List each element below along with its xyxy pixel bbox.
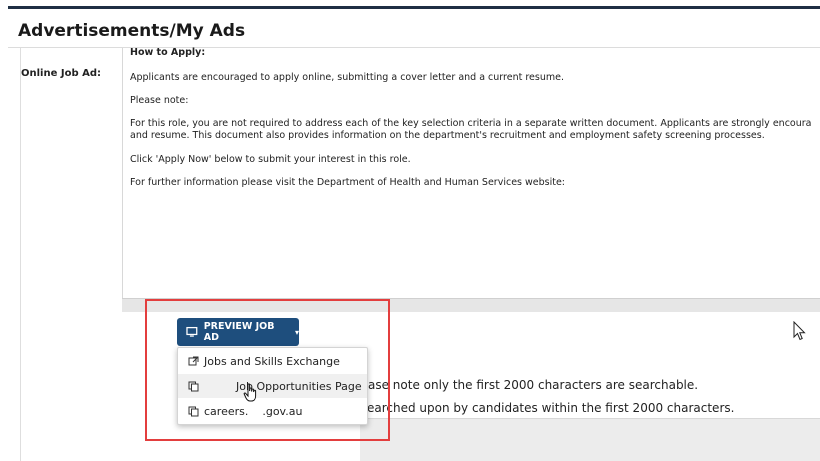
online-job-ad-label: Online Job Ad: bbox=[21, 68, 101, 79]
left-border bbox=[20, 48, 21, 461]
top-bar bbox=[8, 6, 820, 9]
hand-cursor-icon bbox=[243, 383, 257, 402]
editor-line: Applicants are encouraged to apply onlin… bbox=[130, 72, 564, 83]
arrow-cursor-icon bbox=[793, 321, 806, 341]
search-note-line: earched upon by candidates within the fi… bbox=[367, 401, 735, 415]
editor-line: For this role, you are not required to a… bbox=[130, 118, 812, 129]
page-title: Advertisements/My Ads bbox=[18, 21, 246, 41]
editor-line: Click 'Apply Now' below to submit your i… bbox=[130, 154, 411, 165]
job-ad-editor[interactable]: How to Apply: Applicants are encouraged … bbox=[122, 47, 820, 298]
search-note-line: ase note only the first 2000 characters … bbox=[368, 378, 699, 392]
editor-line: and resume. This document also provides … bbox=[130, 130, 765, 141]
annotation-highlight-box bbox=[145, 299, 390, 441]
grey-panel bbox=[360, 418, 820, 461]
editor-line: Please note: bbox=[130, 95, 189, 106]
editor-heading: How to Apply: bbox=[130, 47, 206, 58]
editor-line: For further information please visit the… bbox=[130, 177, 566, 188]
